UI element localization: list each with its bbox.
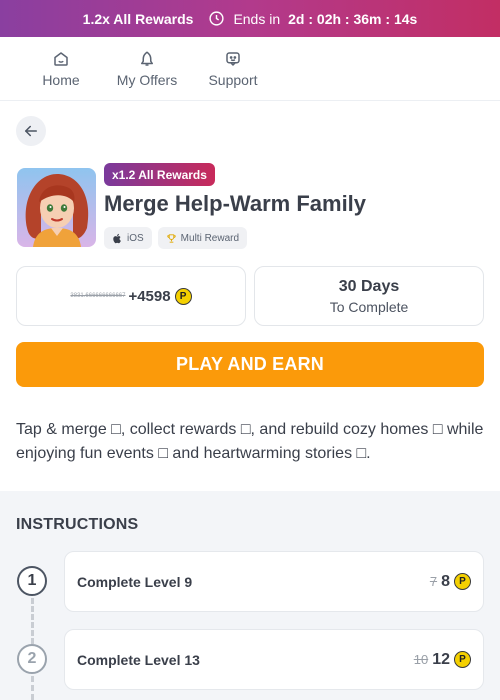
nav-item-my-offers[interactable]: My Offers [104, 37, 190, 100]
step-original-reward: 10 [413, 652, 429, 667]
nav-item-label: Support [208, 71, 258, 88]
step-label: Complete Level 9 [77, 573, 193, 590]
offer-title: Merge Help-Warm Family [104, 191, 367, 216]
boosted-points: +4598 [128, 287, 171, 305]
nav-item-label: My Offers [116, 71, 178, 88]
top-nav: Home My Offers Support [0, 37, 500, 101]
points-coin-icon: P [454, 573, 471, 590]
platform-tag-label: iOS [127, 232, 144, 244]
banner-ends-label: Ends in [233, 10, 281, 27]
back-button[interactable] [16, 116, 46, 146]
support-icon [226, 51, 240, 66]
step-connector [31, 676, 34, 700]
platform-tag: iOS [104, 227, 152, 249]
offer-description: Tap & merge □, collect rewards □, and re… [16, 421, 484, 462]
multi-reward-tag: Multi Reward [157, 227, 248, 249]
points-card: 3831.666666666667 +4598 P [16, 266, 246, 326]
step-number: 1 [17, 566, 47, 596]
instructions-section: INSTRUCTIONS 1 Complete Level 9 7 8 P 2 … [0, 491, 500, 700]
duration-label: To Complete [329, 298, 409, 315]
step-card[interactable]: Complete Level 13 10 12 P [64, 629, 484, 690]
offer-tags: iOS Multi Reward [104, 227, 248, 249]
banner-countdown: 2d : 02h : 36m : 14s [288, 10, 418, 27]
points-coin-icon: P [454, 651, 471, 668]
original-points: 3831.666666666667 [70, 293, 126, 299]
step-boosted-reward: 8 [441, 572, 450, 590]
step-connector [31, 598, 34, 644]
apple-icon [113, 233, 121, 243]
step-label: Complete Level 13 [77, 651, 200, 668]
clock-icon [209, 11, 225, 26]
home-icon [54, 51, 68, 66]
offer-app-icon [17, 168, 96, 247]
reward-multiplier-badge: x1.2 All Rewards [104, 163, 215, 186]
step-reward: 10 12 P [414, 651, 471, 669]
instructions-heading: INSTRUCTIONS [16, 516, 139, 533]
points-coin-icon: P [174, 287, 192, 305]
step-card[interactable]: Complete Level 9 7 8 P [64, 551, 484, 612]
nav-item-support[interactable]: Support [190, 37, 276, 100]
step-boosted-reward: 12 [432, 650, 450, 668]
nav-item-label: Home [42, 71, 80, 88]
offers-icon [141, 51, 153, 66]
arrow-left-icon [25, 125, 37, 137]
play-and-earn-button[interactable]: PLAY AND EARN [16, 342, 484, 387]
multi-reward-tag-label: Multi Reward [180, 232, 240, 244]
promo-banner: 1.2x All Rewards Ends in 2d : 02h : 36m … [0, 0, 500, 37]
step-reward: 7 8 P [430, 573, 471, 591]
duration-value: 30 Days [338, 277, 400, 295]
nav-item-home[interactable]: Home [18, 37, 104, 100]
step-original-reward: 7 [429, 574, 438, 589]
trophy-icon [166, 233, 176, 243]
duration-card: 30 Days To Complete [254, 266, 484, 326]
step-number: 2 [17, 644, 47, 674]
banner-multiplier: 1.2x All Rewards [82, 10, 194, 27]
